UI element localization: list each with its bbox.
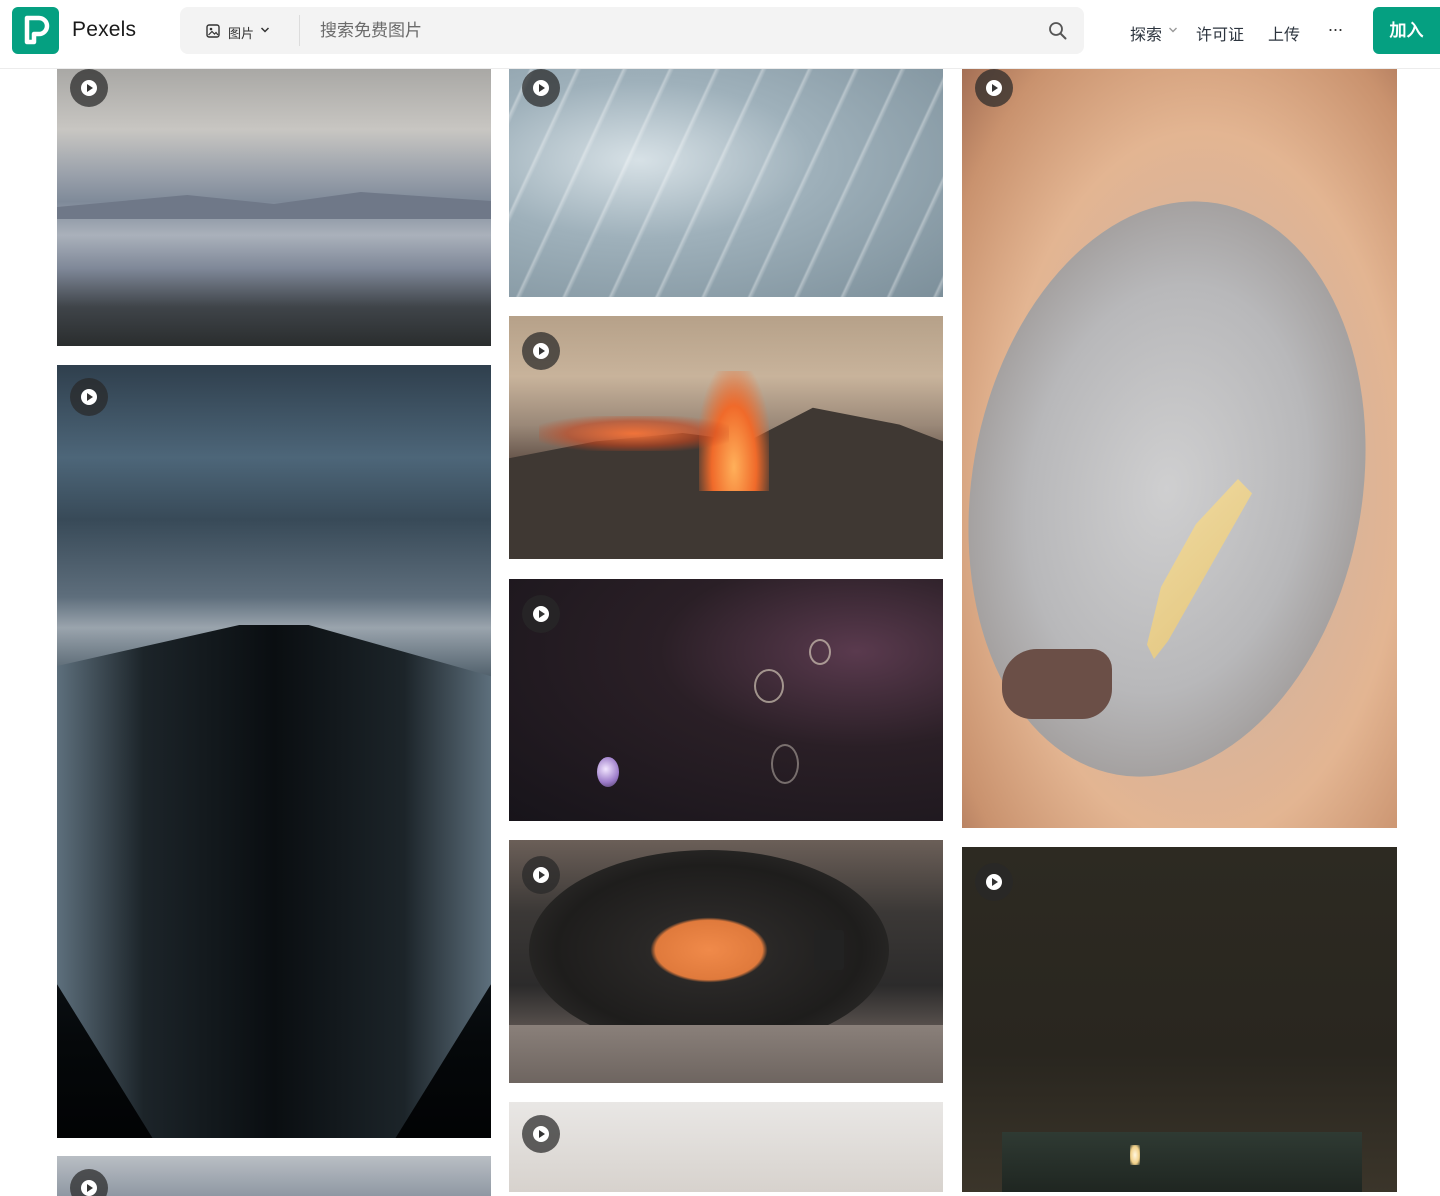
join-button[interactable]: 加入 <box>1373 7 1440 54</box>
pexels-logo-icon <box>24 15 50 45</box>
play-icon[interactable] <box>522 332 560 370</box>
bubble-shape <box>809 639 831 665</box>
image-icon <box>206 24 220 38</box>
more-menu-icon[interactable]: ··· <box>1324 20 1346 42</box>
gallery-item-escalator[interactable] <box>57 365 491 1138</box>
nav-upload[interactable]: 上传 <box>1268 21 1300 45</box>
gallery-item-candle-book[interactable] <box>962 847 1397 1192</box>
media-type-label: 图片 <box>228 26 255 41</box>
bubble-shape <box>754 669 784 703</box>
bubble-shape <box>597 757 619 787</box>
play-icon[interactable] <box>975 69 1013 107</box>
play-icon[interactable] <box>522 69 560 107</box>
search-input[interactable] <box>320 7 1020 54</box>
nav-explore[interactable]: 探索 <box>1130 21 1162 45</box>
top-nav-bar: Pexels 图片 探索 许可证 上传 ··· 加入 <box>0 0 1440 69</box>
candle-flame <box>1130 1145 1140 1165</box>
gallery-item-bubbles[interactable] <box>509 579 943 821</box>
play-icon[interactable] <box>975 863 1013 901</box>
chevron-down-icon <box>1169 27 1177 33</box>
play-icon[interactable] <box>522 856 560 894</box>
tonearm-head <box>814 930 844 970</box>
nav-license[interactable]: 许可证 <box>1196 21 1244 45</box>
gallery-item-volcano[interactable] <box>509 316 943 559</box>
play-icon[interactable] <box>70 378 108 416</box>
gallery-item-mountain-lake[interactable] <box>57 69 491 346</box>
play-icon[interactable] <box>522 595 560 633</box>
play-icon[interactable] <box>70 1169 108 1196</box>
play-icon[interactable] <box>70 69 108 107</box>
gallery-item-cloudy-sky[interactable] <box>57 1156 491 1196</box>
gallery-item-record-player[interactable] <box>509 840 943 1083</box>
book-shape <box>1002 1132 1362 1192</box>
mountain-shape <box>57 192 491 219</box>
hand-shape <box>1002 649 1112 719</box>
gallery-item-water-surface[interactable] <box>509 69 943 297</box>
lava-flow <box>539 416 729 451</box>
play-icon[interactable] <box>522 1115 560 1153</box>
pexels-logo[interactable] <box>12 7 59 54</box>
bubble-shape <box>771 744 799 784</box>
chevron-down-icon <box>260 27 270 33</box>
ripple-pattern <box>509 69 943 297</box>
gallery-item-mirror-feather[interactable] <box>962 69 1397 828</box>
search-bar: 图片 <box>180 7 1084 54</box>
gallery-item-sunset-beach[interactable] <box>509 1102 943 1192</box>
turntable-case <box>509 1025 943 1083</box>
search-divider <box>299 15 300 46</box>
search-icon[interactable] <box>1048 21 1068 41</box>
media-type-dropdown[interactable]: 图片 <box>180 7 300 54</box>
escalator-shape <box>57 625 491 1138</box>
brand-name[interactable]: Pexels <box>72 18 136 42</box>
